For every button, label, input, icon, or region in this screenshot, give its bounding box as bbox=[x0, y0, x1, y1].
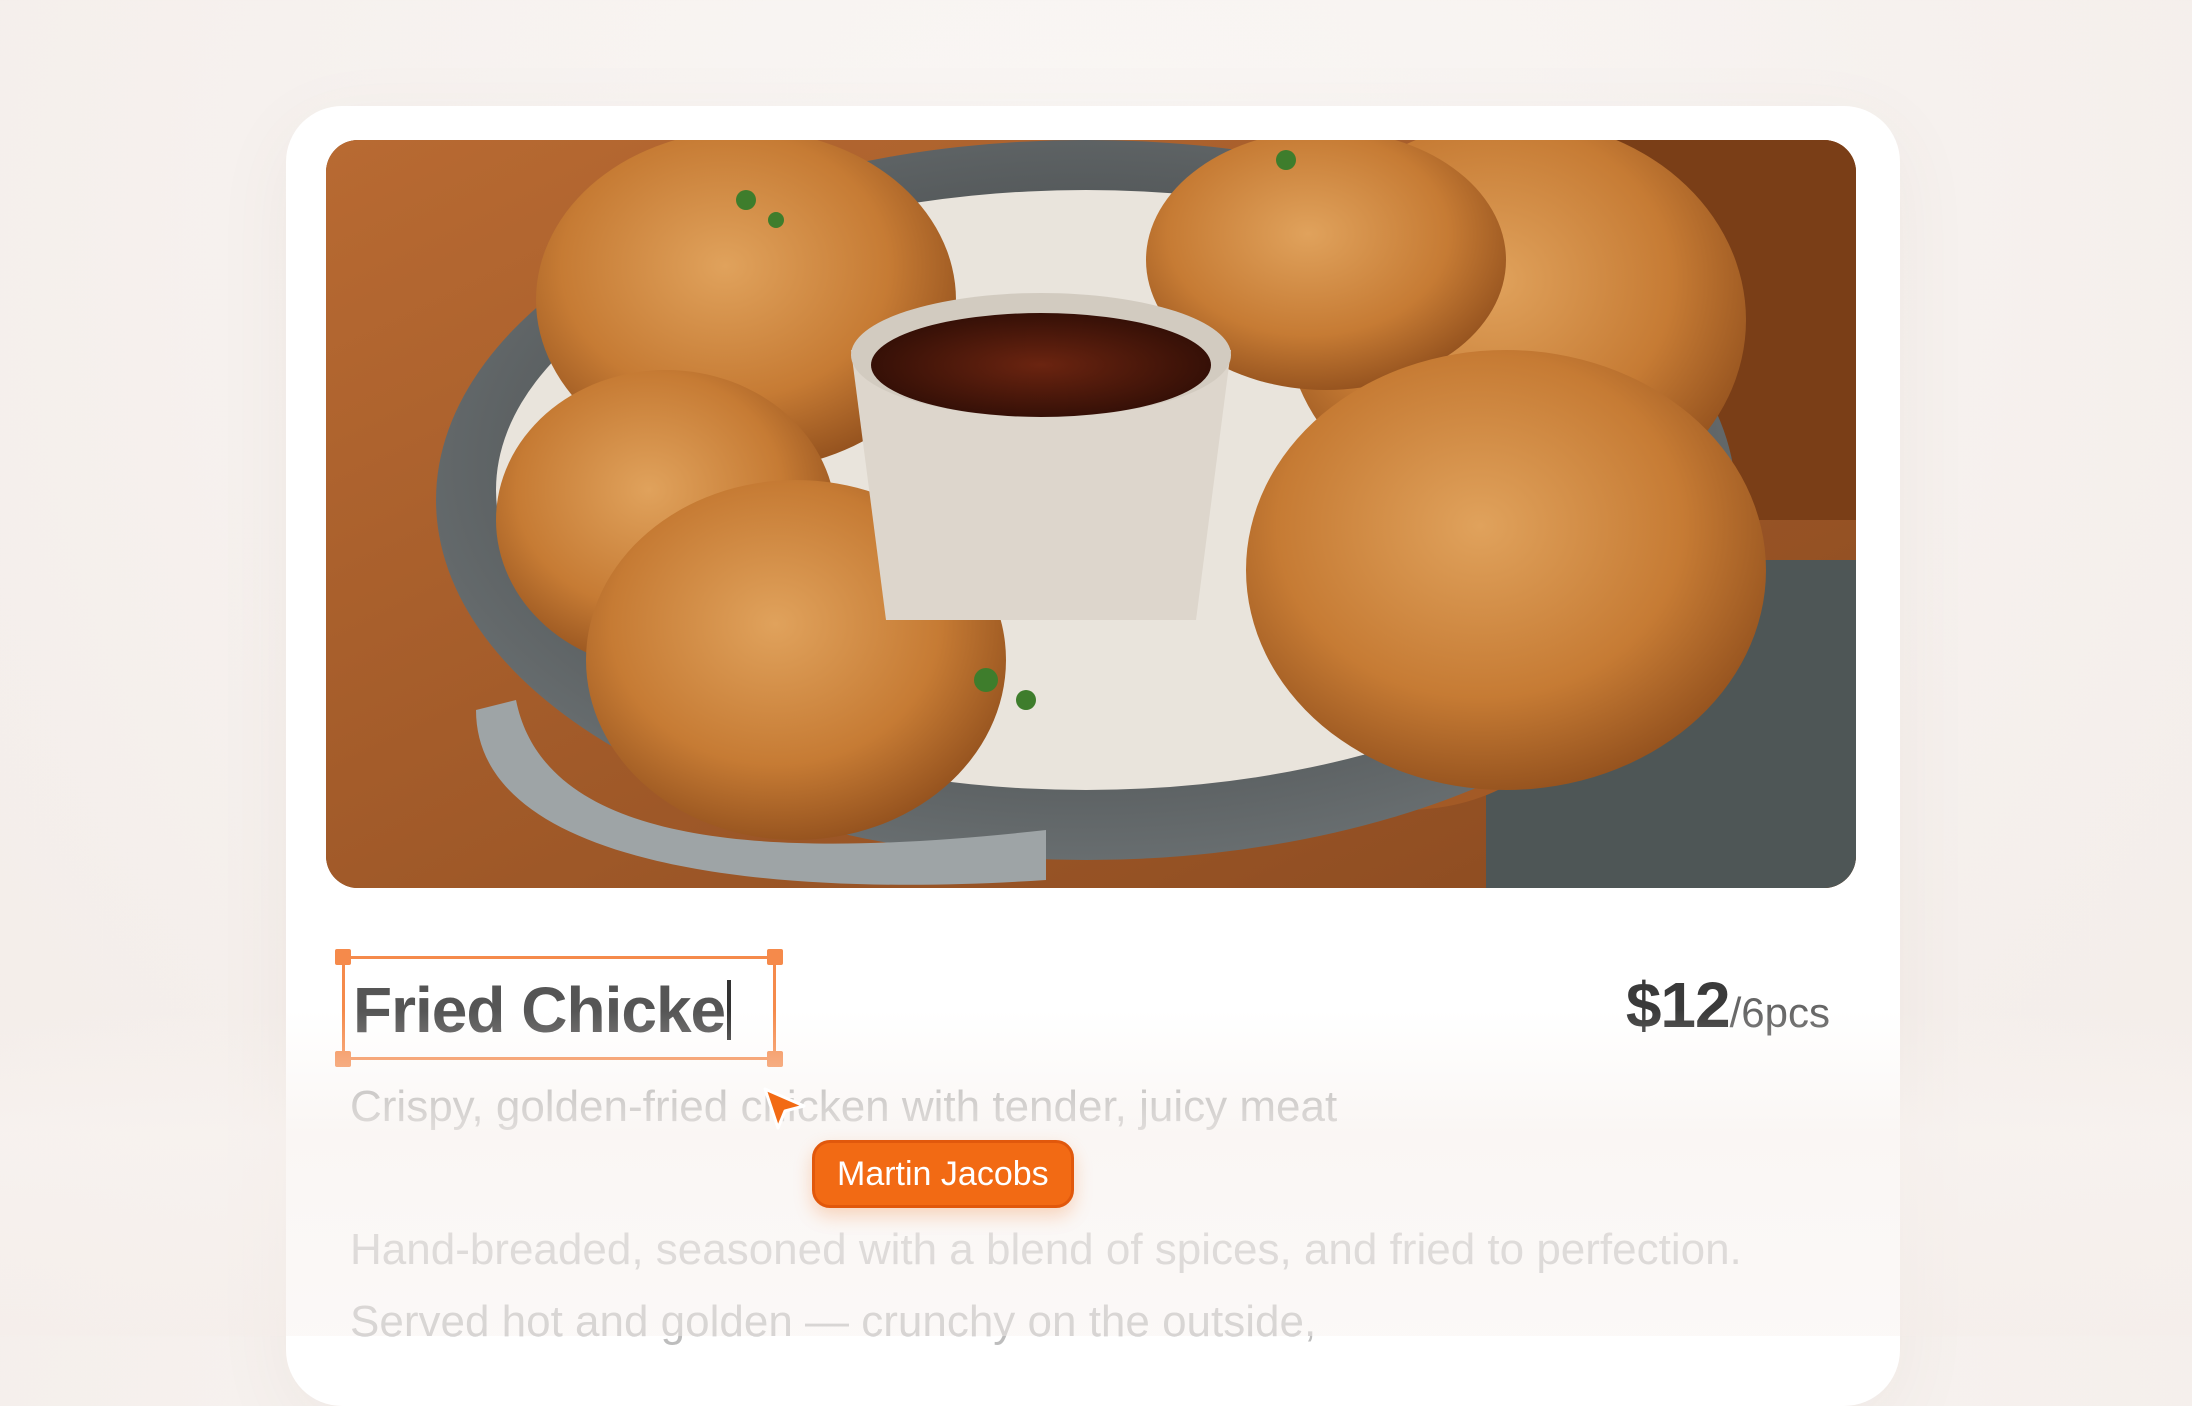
price-unit: /6pcs bbox=[1729, 989, 1830, 1036]
product-card: Fried Chicke $12/6pcs Crispy, golden-fri… bbox=[286, 106, 1900, 1406]
collaborator-cursor-icon bbox=[763, 1087, 806, 1130]
fried-chicken-image bbox=[326, 140, 1856, 888]
product-description[interactable]: Hand-breaded, seasoned with a blend of s… bbox=[350, 1214, 1830, 1358]
collaborator-name-tag: Martin Jacobs bbox=[812, 1140, 1074, 1208]
title-selection-box[interactable]: Fried Chicke bbox=[335, 949, 783, 1067]
product-price: $12/6pcs bbox=[1626, 968, 1830, 1042]
product-title[interactable]: Fried Chicke bbox=[353, 973, 732, 1047]
product-subtitle[interactable]: Crispy, golden-fried chicken with tender… bbox=[350, 1082, 1337, 1132]
product-photo[interactable] bbox=[326, 140, 1856, 888]
resize-handle-top-left[interactable] bbox=[335, 949, 351, 965]
resize-handle-bottom-left[interactable] bbox=[335, 1051, 351, 1067]
price-amount: $12 bbox=[1625, 969, 1731, 1041]
resize-handle-top-right[interactable] bbox=[767, 949, 783, 965]
product-title-text[interactable]: Fried Chicke bbox=[353, 974, 726, 1046]
text-caret bbox=[727, 980, 732, 1040]
resize-handle-bottom-right[interactable] bbox=[767, 1051, 783, 1067]
